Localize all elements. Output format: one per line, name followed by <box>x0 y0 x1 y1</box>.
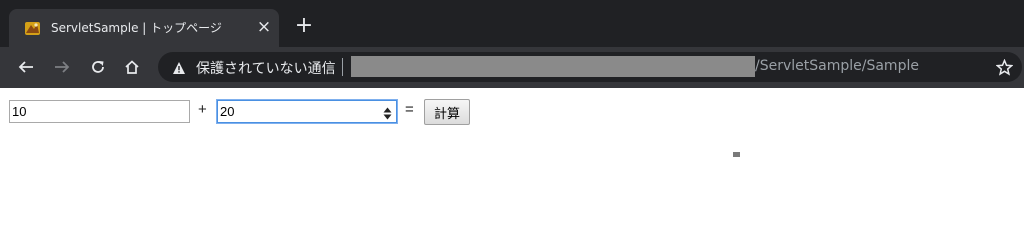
operand-b-value: 20 <box>220 104 235 119</box>
stray-mark <box>733 152 740 157</box>
operand-b-input[interactable]: 20 <box>217 100 397 123</box>
spinner-icon[interactable] <box>383 105 392 120</box>
tomcat-favicon-icon <box>24 20 41 37</box>
operand-a-input[interactable]: 10 <box>9 100 190 123</box>
warning-icon[interactable] <box>172 60 186 74</box>
url-redacted-host <box>351 56 755 77</box>
close-icon[interactable]: × <box>255 16 273 38</box>
tab-title: ServletSample | トップページ <box>51 21 222 35</box>
home-icon[interactable] <box>120 55 144 79</box>
equals-operator: = <box>405 101 414 118</box>
url-path[interactable]: /ServletSample/Sample <box>755 58 919 74</box>
calculate-button[interactable]: 計算 <box>424 99 470 125</box>
security-status[interactable]: 保護されていない通信 <box>196 58 336 78</box>
tab-strip: ServletSample | トップページ × + <box>0 0 1024 47</box>
browser-toolbar: 保護されていない通信 /ServletSample/Sample <box>0 47 1024 88</box>
address-bar[interactable]: 保護されていない通信 /ServletSample/Sample <box>158 52 1022 82</box>
plus-icon[interactable]: + <box>294 15 314 37</box>
star-icon[interactable] <box>992 55 1016 79</box>
back-arrow-icon[interactable] <box>14 55 38 79</box>
browser-tab[interactable]: ServletSample | トップページ × <box>9 9 279 47</box>
reload-icon[interactable] <box>86 55 110 79</box>
forward-arrow-icon[interactable] <box>50 55 74 79</box>
plus-operator: + <box>198 101 207 118</box>
page-content: 10 + 20 = 計算 <box>0 88 1024 225</box>
address-divider <box>342 58 343 76</box>
